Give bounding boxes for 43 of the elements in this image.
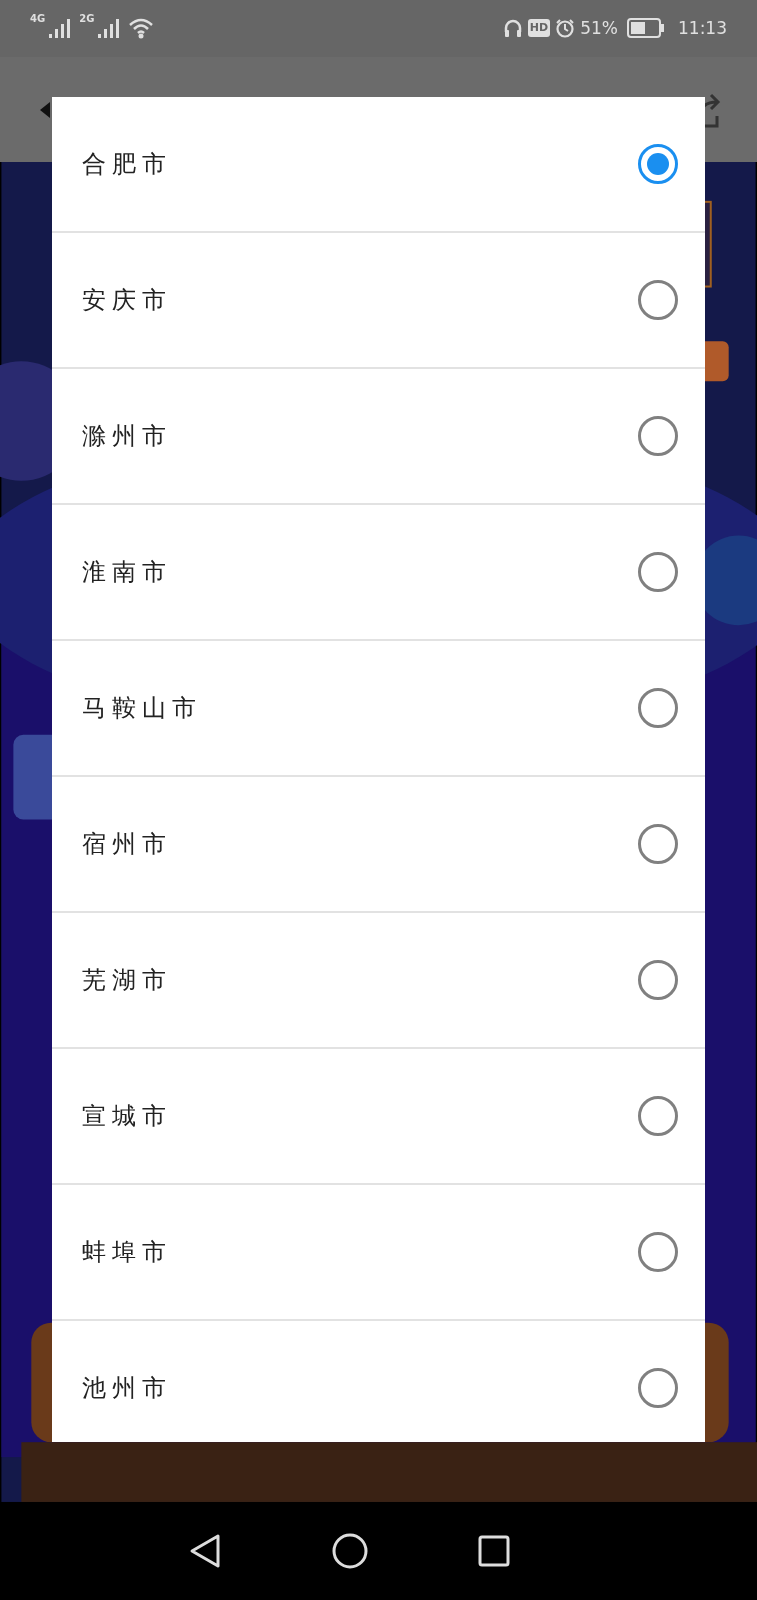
city-name: 马鞍山市 — [82, 693, 202, 724]
clock-time: 11:13 — [678, 16, 727, 40]
city-name: 安庆市 — [82, 285, 172, 316]
city-name: 芜湖市 — [82, 965, 172, 996]
network-label: 4G — [30, 12, 46, 27]
city-option[interactable]: 宣城市 — [52, 1049, 705, 1185]
hd-badge: HD — [527, 19, 551, 38]
city-option[interactable]: 蚌埠市 — [52, 1185, 705, 1321]
city-option[interactable]: 淮南市 — [52, 505, 705, 641]
city-option[interactable]: 合肥市 — [52, 97, 705, 233]
network-label: 2G — [79, 12, 95, 27]
city-option[interactable]: 芜湖市 — [52, 913, 705, 1049]
city-option[interactable]: 池州市 — [52, 1321, 705, 1442]
city-option[interactable]: 安庆市 — [52, 233, 705, 369]
city-name: 宣城市 — [82, 1101, 172, 1132]
city-name: 滁州市 — [82, 421, 172, 452]
battery-icon — [627, 18, 665, 39]
radio-button[interactable] — [638, 824, 678, 864]
radio-button[interactable] — [638, 1096, 678, 1136]
city-option[interactable]: 滁州市 — [52, 369, 705, 505]
signal-icon — [49, 18, 72, 39]
radio-button[interactable] — [638, 280, 678, 320]
radio-button[interactable] — [638, 552, 678, 592]
wifi-icon — [128, 17, 155, 40]
city-option[interactable]: 宿州市 — [52, 777, 705, 913]
radio-button[interactable] — [638, 416, 678, 456]
city-option[interactable]: 马鞍山市 — [52, 641, 705, 777]
radio-button[interactable] — [638, 1232, 678, 1272]
city-name: 合肥市 — [82, 149, 172, 180]
alarm-icon — [555, 18, 576, 39]
radio-button[interactable] — [638, 144, 678, 184]
battery-percent: 51% — [580, 16, 618, 40]
city-name: 宿州市 — [82, 829, 172, 860]
headphones-icon — [502, 18, 523, 39]
city-name: 池州市 — [82, 1373, 172, 1404]
city-name: 淮南市 — [82, 557, 172, 588]
radio-button[interactable] — [638, 960, 678, 1000]
radio-button[interactable] — [638, 688, 678, 728]
signal-icon — [98, 18, 121, 39]
recent-apps-icon[interactable] — [477, 1535, 510, 1568]
home-icon[interactable] — [331, 1533, 368, 1570]
radio-button[interactable] — [638, 1368, 678, 1408]
city-name: 蚌埠市 — [82, 1237, 172, 1268]
